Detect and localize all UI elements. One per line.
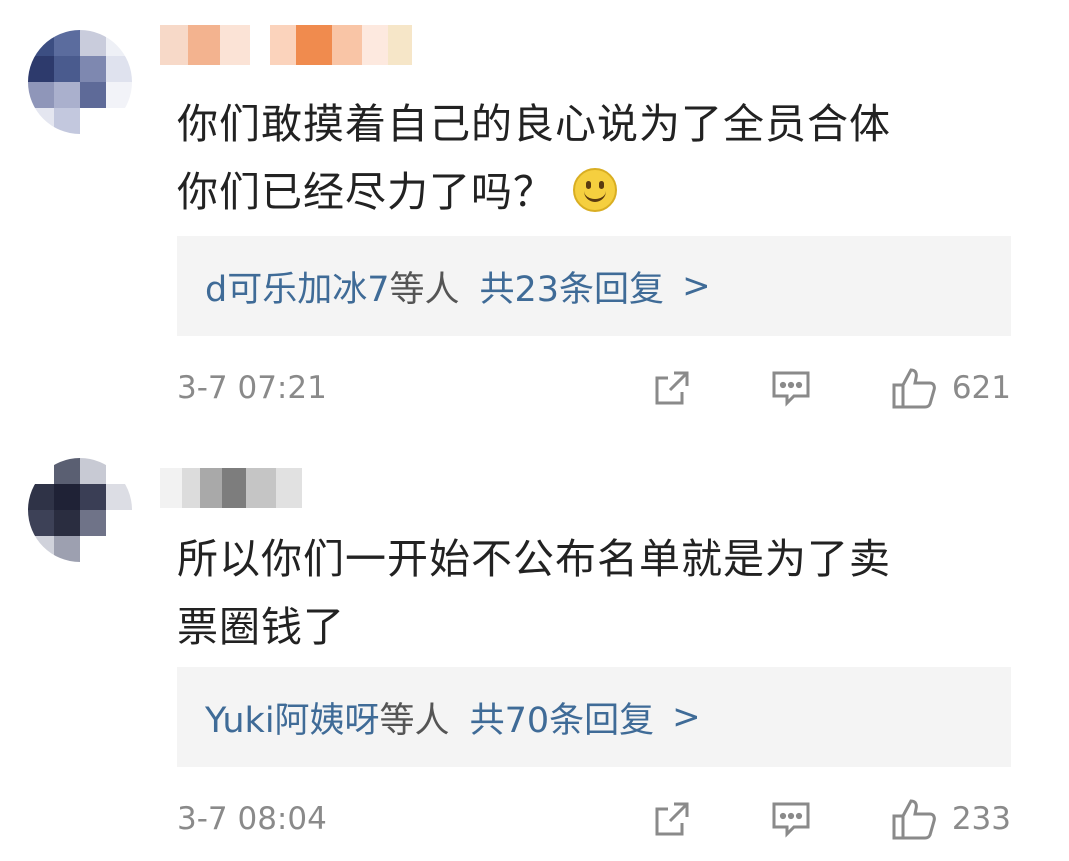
reply-users[interactable]: Yuki阿姨呀 [205, 692, 380, 743]
reply-users[interactable]: d可乐加冰7 [205, 261, 390, 312]
comment-icon[interactable] [770, 799, 812, 839]
comment-item: 所以你们一开始不公布名单就是为了卖 票圈钱了 Yuki阿姨呀 等人 共70条回复… [0, 430, 1069, 861]
username-blurred[interactable] [160, 468, 302, 508]
chevron-right-icon[interactable]: > [672, 697, 701, 737]
thumbs-up-icon [892, 368, 936, 409]
like-button[interactable]: 621 [890, 366, 1011, 410]
comment-text-line: 所以你们一开始不公布名单就是为了卖 [177, 535, 891, 583]
reply-users-suffix: 等人 [379, 700, 450, 741]
like-count: 233 [951, 801, 1011, 837]
reply-users-suffix: 等人 [389, 269, 460, 310]
thumbs-up-icon [892, 799, 936, 840]
username-blurred[interactable] [160, 25, 412, 65]
comment-meta: 3-7 07:21 621 [177, 358, 1011, 418]
comment-text: 你们敢摸着自己的良心说为了全员合体 你们已经尽力了吗？ [177, 90, 1017, 226]
like-count: 621 [951, 370, 1011, 406]
reply-count[interactable]: 共70条回复 [470, 692, 655, 743]
comment-time: 3-7 07:21 [177, 370, 327, 406]
avatar[interactable] [28, 30, 132, 134]
smile-emoji-icon [573, 168, 617, 212]
reply-count[interactable]: 共23条回复 [480, 261, 665, 312]
comment-meta: 3-7 08:04 233 [177, 789, 1011, 849]
comment-icon[interactable] [770, 368, 812, 408]
replies-preview[interactable]: Yuki阿姨呀 等人 共70条回复 > [177, 667, 1011, 767]
replies-preview[interactable]: d可乐加冰7 等人 共23条回复 > [177, 236, 1011, 336]
share-icon[interactable] [652, 799, 692, 839]
comment-time: 3-7 08:04 [177, 801, 327, 837]
share-icon[interactable] [652, 368, 692, 408]
avatar[interactable] [28, 458, 132, 562]
chevron-right-icon[interactable]: > [682, 266, 711, 306]
comment-text-line-content: 你们已经尽力了吗？ [177, 168, 555, 216]
comment-text: 所以你们一开始不公布名单就是为了卖 票圈钱了 [177, 525, 1017, 661]
like-button[interactable]: 233 [890, 797, 1011, 841]
comment-item: 你们敢摸着自己的良心说为了全员合体 你们已经尽力了吗？ d可乐加冰7 等人 共2… [0, 0, 1069, 430]
comment-text-line: 票圈钱了 [177, 603, 345, 651]
comment-text-line: 你们敢摸着自己的良心说为了全员合体 [177, 100, 891, 148]
comment-text-line: 你们已经尽力了吗？ [177, 158, 1017, 226]
